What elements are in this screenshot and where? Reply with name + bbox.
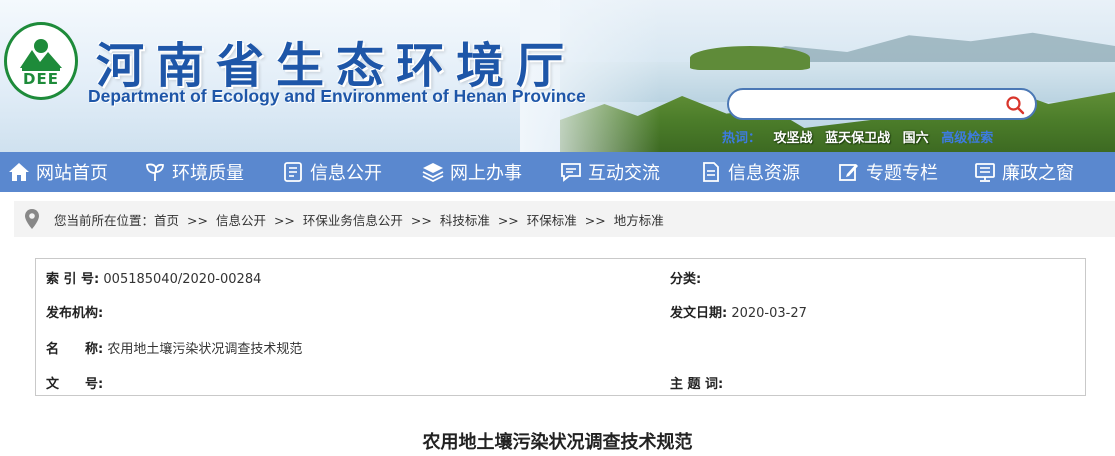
nav-item-info-public[interactable]: 信息公开: [282, 152, 382, 192]
meta-docno: 文 号:: [46, 373, 103, 395]
breadcrumb-bar: 您当前所在位置：首页 >> 信息公开 >> 环保业务信息公开 >> 科技标准 >…: [14, 201, 1115, 237]
logo-text: DEE: [23, 70, 59, 88]
breadcrumb-separator: >>: [497, 212, 519, 228]
nav-item-label: 网上办事: [450, 163, 522, 184]
search-icon: [1006, 96, 1025, 115]
meta-label: 发布机构:: [46, 306, 104, 321]
meta-label: 发文日期:: [670, 306, 728, 321]
document-icon: [282, 161, 304, 183]
hotword-link[interactable]: 蓝天保卫战: [825, 131, 890, 146]
meta-value: 005185040/2020-00284: [103, 272, 262, 287]
breadcrumb-separator: >>: [273, 212, 295, 228]
article-title: 农用地土壤污染状况调查技术规范: [422, 432, 693, 453]
breadcrumb-link[interactable]: 首页: [154, 213, 179, 228]
nav-item-topics[interactable]: 专题专栏: [838, 152, 938, 192]
main-nav: 网站首页 环境质量 信息公开 网上办事 互动交流 信息资源 专题专栏 廉政之窗: [0, 152, 1115, 192]
breadcrumb-link[interactable]: 环保业务信息公开: [303, 213, 403, 228]
meta-publisher: 发布机构:: [46, 302, 103, 324]
meta-label: 主 题 词:: [670, 377, 724, 392]
nav-item-label: 互动交流: [588, 163, 660, 184]
leaf-icon: [144, 161, 166, 183]
breadcrumb-link[interactable]: 环保标准: [527, 213, 577, 228]
mountain-sun-icon: [20, 39, 62, 71]
nav-item-environment[interactable]: 环境质量: [144, 152, 244, 192]
breadcrumb-link[interactable]: 信息公开: [216, 213, 266, 228]
breadcrumb-separator: >>: [187, 212, 208, 228]
nav-item-label: 廉政之窗: [1002, 163, 1074, 184]
meta-category: 分类:: [670, 268, 701, 290]
hotwords: 热词： 攻坚战 蓝天保卫战 国六 高级检索: [722, 127, 1001, 146]
breadcrumb-prefix: 您当前所在位置：: [54, 212, 155, 228]
nav-item-home[interactable]: 网站首页: [8, 152, 108, 192]
site-banner: DEE 河南省生态环境厅 Department of Ecology and E…: [0, 0, 1115, 152]
breadcrumb-link[interactable]: 地方标准: [614, 213, 664, 228]
meta-date: 发文日期: 2020-03-27: [670, 302, 807, 324]
nav-item-label: 环境质量: [172, 163, 244, 184]
meta-name: 名 称: 农用地土壤污染状况调查技术规范: [46, 338, 302, 360]
advanced-search-link[interactable]: 高级检索: [941, 131, 993, 146]
meta-label: 文 号:: [46, 377, 104, 392]
nav-item-integrity[interactable]: 廉政之窗: [974, 152, 1074, 192]
file-icon: [700, 161, 722, 183]
meta-value: 2020-03-27: [731, 306, 807, 321]
nav-item-label: 信息公开: [310, 163, 382, 184]
site-subtitle: Department of Ecology and Environment of…: [88, 86, 586, 106]
hotword-link[interactable]: 攻坚战: [774, 131, 813, 146]
nav-item-resources[interactable]: 信息资源: [700, 152, 800, 192]
location-pin-icon: [24, 207, 44, 231]
document-metadata: 索 引 号: 005185040/2020-00284 分类: 发布机构: 发文…: [35, 258, 1086, 396]
breadcrumb-separator: >>: [584, 212, 606, 228]
banner-island: [690, 46, 810, 70]
nav-item-label: 网站首页: [36, 163, 108, 184]
nav-item-label: 专题专栏: [866, 163, 938, 184]
edit-icon: [838, 161, 860, 183]
search-box: [727, 88, 1037, 120]
site-logo[interactable]: DEE: [4, 22, 78, 100]
breadcrumb-link[interactable]: 科技标准: [440, 213, 490, 228]
hotword-link[interactable]: 国六: [903, 131, 929, 146]
meta-subject: 主 题 词:: [670, 373, 723, 395]
meta-label: 分类:: [670, 272, 702, 287]
meta-index: 索 引 号: 005185040/2020-00284: [46, 268, 261, 290]
breadcrumb-separator: >>: [410, 212, 432, 228]
meta-label: 索 引 号:: [46, 272, 100, 287]
nav-item-label: 信息资源: [728, 163, 800, 184]
search-input[interactable]: [743, 95, 998, 115]
meta-value: 农用地土壤污染状况调查技术规范: [107, 342, 303, 357]
layers-icon: [422, 161, 444, 183]
breadcrumb: 您当前所在位置：首页 >> 信息公开 >> 环保业务信息公开 >> 科技标准 >…: [54, 210, 664, 229]
home-icon: [8, 161, 30, 183]
monitor-icon: [974, 161, 996, 183]
search-button[interactable]: [1003, 93, 1027, 117]
chat-icon: [560, 161, 582, 183]
nav-item-interaction[interactable]: 互动交流: [560, 152, 660, 192]
hotwords-label: 热词：: [722, 131, 762, 146]
nav-item-online-service[interactable]: 网上办事: [422, 152, 522, 192]
meta-label: 名 称:: [46, 342, 104, 357]
